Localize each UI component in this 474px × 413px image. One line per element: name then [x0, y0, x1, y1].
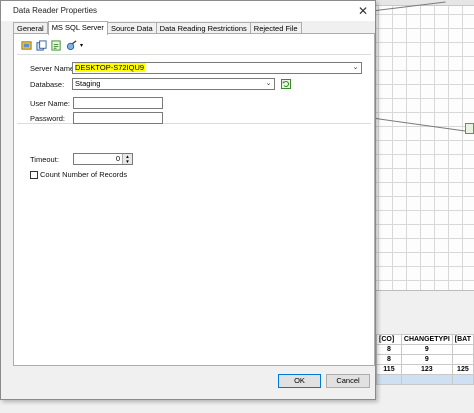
- database-combo[interactable]: Staging ⌄: [72, 78, 275, 90]
- chevron-down-icon[interactable]: ⌄: [264, 79, 273, 89]
- table-row[interactable]: 115 123 125: [376, 364, 474, 375]
- count-records-label: Count Number of Records: [40, 170, 128, 179]
- test-icon[interactable]: [65, 39, 77, 51]
- ms-sql-server-panel: ▾ Server Name: DESKTOP-S72IQU9 ⌄ Databas…: [13, 33, 375, 366]
- timeout-stepper[interactable]: 0 ▲ ▼: [73, 153, 133, 165]
- grid-cell: [451, 374, 474, 385]
- edit-icon[interactable]: [50, 39, 62, 51]
- table-row[interactable]: [376, 374, 474, 385]
- user-name-input[interactable]: [73, 97, 163, 109]
- server-connection-group: Server Name: DESKTOP-S72IQU9 ⌄ Database:…: [17, 54, 371, 124]
- ok-button[interactable]: OK: [278, 374, 321, 388]
- grid-cell: [451, 354, 474, 365]
- grid-cell: [400, 374, 453, 385]
- grid-cell: 8: [376, 354, 402, 365]
- dialog-title: Data Reader Properties: [13, 6, 98, 15]
- workflow-node-icon[interactable]: [465, 123, 474, 134]
- grid-column-header[interactable]: CHANGETYPI: [400, 334, 453, 345]
- grid-cell: 9: [400, 344, 453, 355]
- results-grid: [CO] CHANGETYPI [BAT 8 9 8 9 115 123 125: [376, 334, 474, 385]
- grid-column-header[interactable]: [CO]: [376, 334, 402, 345]
- stepper-buttons[interactable]: ▲ ▼: [122, 154, 132, 164]
- grid-cell: 123: [400, 364, 453, 375]
- count-records-checkbox[interactable]: [30, 170, 38, 179]
- database-value: Staging: [75, 79, 101, 88]
- panel-toolbar: ▾: [20, 38, 86, 52]
- grid-cell: 9: [400, 354, 453, 365]
- grid-cell: [451, 344, 474, 355]
- timeout-value: 0: [115, 154, 120, 163]
- password-label: Password:: [30, 114, 66, 123]
- grid-cell: [376, 374, 402, 385]
- timeout-label: Timeout:: [30, 155, 59, 164]
- table-row[interactable]: 8 9: [376, 354, 474, 365]
- data-reader-properties-dialog: Data Reader Properties ✕ General MS SQL …: [0, 0, 376, 400]
- toolbar-dropdown-icon[interactable]: ▾: [80, 39, 86, 51]
- refresh-databases-icon[interactable]: [281, 79, 291, 89]
- chevron-down-icon[interactable]: ⌄: [351, 63, 360, 73]
- database-label: Database:: [30, 80, 65, 89]
- grid-cell: 8: [376, 344, 402, 355]
- grid-cell: 115: [376, 364, 402, 375]
- copy-icon[interactable]: [35, 39, 47, 51]
- password-input[interactable]: [73, 112, 163, 124]
- grid-cell: 125: [451, 364, 474, 375]
- cancel-button[interactable]: Cancel: [326, 374, 370, 388]
- user-name-label: User Name:: [30, 99, 71, 108]
- connect-icon[interactable]: [20, 39, 32, 51]
- tab-ms-sql-server[interactable]: MS SQL Server: [47, 21, 108, 35]
- server-name-label: Server Name:: [30, 64, 77, 73]
- count-records-option[interactable]: Count Number of Records: [30, 170, 127, 179]
- server-name-value: DESKTOP-S72IQU9: [75, 63, 146, 72]
- table-row[interactable]: 8 9: [376, 344, 474, 355]
- grid-column-header[interactable]: [BAT: [451, 334, 474, 345]
- close-icon[interactable]: ✕: [355, 3, 371, 19]
- server-name-combo[interactable]: DESKTOP-S72IQU9 ⌄: [72, 62, 362, 74]
- stepper-down-icon[interactable]: ▼: [123, 159, 132, 164]
- dialog-titlebar[interactable]: Data Reader Properties ✕: [1, 1, 375, 21]
